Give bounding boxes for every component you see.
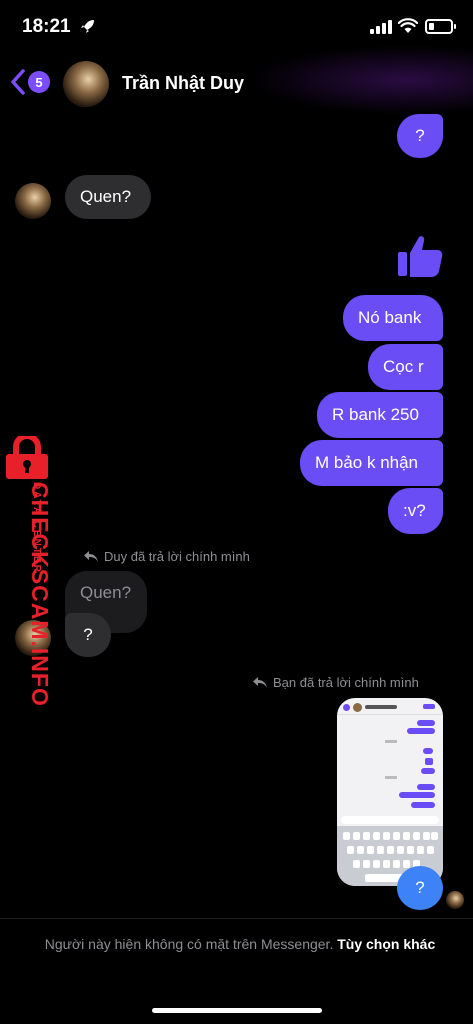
footer-divider: [0, 918, 473, 919]
unavailable-notice: Người này hiện không có mặt trên Messeng…: [40, 934, 440, 954]
message-text: ?: [415, 878, 425, 897]
sender-avatar: [15, 183, 51, 219]
message-bubble-incoming[interactable]: Quen?: [65, 175, 151, 219]
status-time: 18:21: [22, 16, 71, 37]
home-indicator[interactable]: [152, 1008, 322, 1013]
signal-icon: [370, 20, 392, 34]
reply-arrow-icon: [84, 551, 98, 562]
header-background: [250, 45, 473, 115]
message-text: Quen?: [80, 187, 132, 206]
message-text: M bảo k nhận: [315, 453, 419, 472]
battery-icon: [425, 19, 456, 34]
more-options-link[interactable]: Tùy chọn khác: [337, 936, 435, 952]
contact-name[interactable]: Trần Nhật Duy: [122, 73, 244, 94]
message-bubble-outgoing[interactable]: ?: [397, 866, 443, 910]
message-text: R bank 250: [332, 405, 419, 424]
message-bubble-outgoing[interactable]: :v?: [388, 488, 443, 534]
contact-avatar[interactable]: [63, 61, 109, 107]
watermark-subtitle: DATA CENTER: [31, 482, 42, 574]
message-bubble-outgoing[interactable]: M bảo k nhận: [300, 440, 443, 486]
thumbs-up-icon[interactable]: [397, 233, 443, 279]
unread-count-badge[interactable]: 5: [28, 71, 50, 93]
message-bubble-outgoing[interactable]: R bank 250: [317, 392, 443, 438]
reply-indicator: Bạn đã trả lời chính mình: [253, 675, 419, 690]
back-chevron-icon[interactable]: [10, 68, 26, 96]
message-text: Nó bank: [358, 308, 422, 327]
message-bubble-outgoing[interactable]: Nó bank: [343, 295, 443, 341]
reply-indicator: Duy đã trả lời chính mình: [84, 549, 250, 564]
quoted-text: Quen?: [80, 583, 132, 602]
reply-indicator-text: Bạn đã trả lời chính mình: [273, 675, 419, 690]
message-bubble-incoming[interactable]: ?: [65, 613, 111, 657]
message-bubble-outgoing[interactable]: ?: [397, 114, 443, 158]
message-bubble-outgoing[interactable]: Cọc r: [368, 344, 443, 390]
message-text: ?: [415, 126, 425, 145]
reply-arrow-icon: [253, 677, 267, 688]
read-receipt-avatar: [446, 891, 464, 909]
reply-indicator-text: Duy đã trả lời chính mình: [104, 549, 250, 564]
wifi-icon: [398, 18, 418, 33]
message-text: ?: [83, 625, 93, 644]
message-text: Cọc r: [383, 357, 424, 376]
unavailable-text: Người này hiện không có mặt trên Messeng…: [44, 936, 334, 952]
message-text: :v?: [403, 501, 426, 520]
watermark-lock-icon: [6, 436, 48, 479]
quoted-screenshot-image[interactable]: [337, 698, 443, 886]
rocket-icon: [81, 20, 94, 33]
